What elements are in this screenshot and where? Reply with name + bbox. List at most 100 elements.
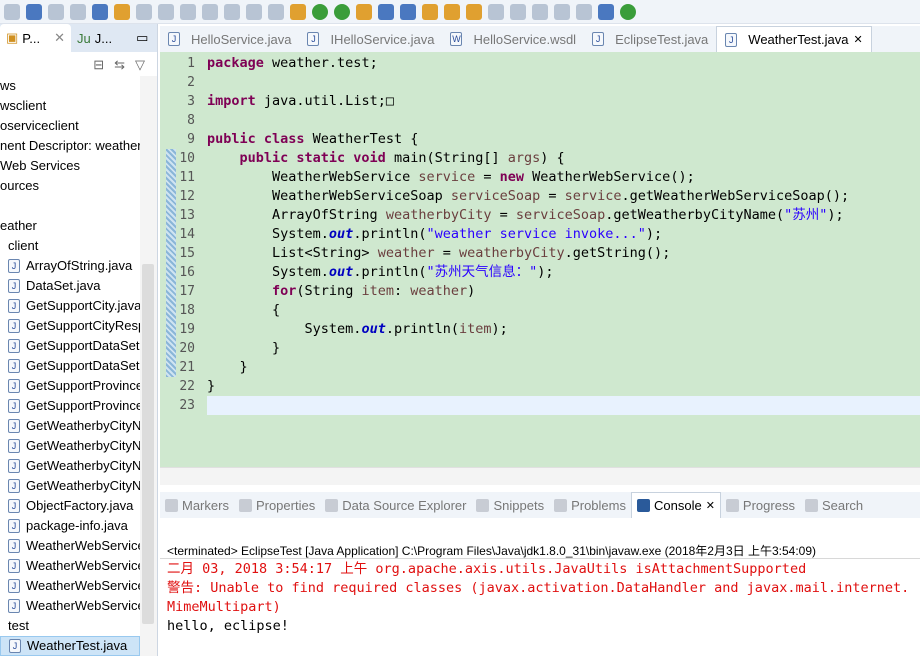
code-line[interactable]: } bbox=[207, 377, 215, 396]
code-line[interactable]: import java.util.List;□ bbox=[207, 92, 394, 111]
collapse-all-icon[interactable]: ⊟ bbox=[93, 57, 104, 73]
toolbar-button-icon[interactable] bbox=[48, 3, 64, 20]
tree-item[interactable]: J GetWeatherbyCityN bbox=[0, 436, 140, 456]
bottom-tab[interactable]: Properties bbox=[234, 492, 320, 518]
bottom-tab[interactable]: Progress bbox=[721, 492, 800, 518]
close-icon[interactable]: ✕ bbox=[854, 33, 863, 46]
toolbar-button-icon[interactable] bbox=[510, 3, 526, 20]
tree-item[interactable]: test bbox=[0, 616, 140, 636]
toolbar-button-icon[interactable] bbox=[334, 3, 350, 20]
tree-item[interactable]: nent Descriptor: weather bbox=[0, 136, 140, 156]
tree-item[interactable]: oserviceclient bbox=[0, 116, 140, 136]
toolbar-button-icon[interactable] bbox=[136, 3, 152, 20]
tree-item[interactable]: J GetSupportProvince bbox=[0, 376, 140, 396]
tree-item[interactable]: J WeatherWebService bbox=[0, 596, 140, 616]
tree-item[interactable]: ources bbox=[0, 176, 140, 196]
tree-item[interactable]: J GetWeatherbyCityN bbox=[0, 456, 140, 476]
tree-item[interactable]: J WeatherWebService bbox=[0, 556, 140, 576]
tree-item[interactable]: J GetWeatherbyCityN bbox=[0, 476, 140, 496]
code-line[interactable]: } bbox=[207, 358, 248, 377]
bottom-tab[interactable]: Snippets bbox=[471, 492, 549, 518]
minimize-icon[interactable]: ▭ bbox=[136, 30, 148, 46]
tree-item[interactable]: J WeatherTest.java bbox=[0, 636, 140, 656]
code-line[interactable]: for(String item: weather) bbox=[207, 282, 475, 301]
code-line[interactable]: System.out.println(item); bbox=[207, 320, 508, 339]
code-line[interactable]: { bbox=[207, 301, 280, 320]
code-line[interactable]: } bbox=[207, 339, 280, 358]
toolbar-button-icon[interactable] bbox=[114, 3, 130, 20]
code-line[interactable]: WeatherWebServiceSoap serviceSoap = serv… bbox=[207, 187, 849, 206]
toolbar-button-icon[interactable] bbox=[466, 3, 482, 20]
code-line[interactable] bbox=[207, 396, 920, 415]
toolbar-button-icon[interactable] bbox=[202, 3, 218, 20]
link-with-editor-icon[interactable]: ⇆ bbox=[114, 57, 125, 73]
toolbar-button-icon[interactable] bbox=[356, 3, 372, 20]
tree-scrollbar[interactable] bbox=[140, 76, 157, 656]
tree-item[interactable]: wsclient bbox=[0, 96, 140, 116]
toolbar-button-icon[interactable] bbox=[422, 3, 438, 20]
tree-item[interactable]: client bbox=[0, 236, 140, 256]
code-line[interactable]: package weather.test; bbox=[207, 54, 378, 73]
toolbar-button-icon[interactable] bbox=[92, 3, 108, 20]
tree-item[interactable]: ws bbox=[0, 76, 140, 96]
code-area[interactable]: package weather.test; import java.util.Li… bbox=[207, 52, 920, 467]
toolbar-button-icon[interactable] bbox=[400, 3, 416, 20]
toolbar-button-icon[interactable] bbox=[488, 3, 504, 20]
code-line[interactable]: ArrayOfString weatherbyCity = serviceSoa… bbox=[207, 206, 844, 225]
editor-tab[interactable]: J HelloService.java bbox=[160, 26, 299, 52]
toolbar-button-icon[interactable] bbox=[246, 3, 262, 20]
toolbar-button-icon[interactable] bbox=[576, 3, 592, 20]
toolbar-button-icon[interactable] bbox=[620, 3, 636, 20]
toolbar-button-icon[interactable] bbox=[554, 3, 570, 20]
left-tab[interactable]: Ju J... bbox=[71, 24, 118, 52]
toolbar-button-icon[interactable] bbox=[180, 3, 196, 20]
editor-tab[interactable]: J WeatherTest.java ✕ bbox=[716, 26, 872, 52]
tree-item[interactable]: J ArrayOfString.java bbox=[0, 256, 140, 276]
tree-item[interactable]: J WeatherWebService bbox=[0, 536, 140, 556]
bottom-tab[interactable]: Data Source Explorer bbox=[320, 492, 471, 518]
tree-item[interactable]: J GetWeatherbyCityN bbox=[0, 416, 140, 436]
editor-tab[interactable]: W HelloService.wsdl bbox=[442, 26, 584, 52]
left-tab[interactable]: ▣ P... ✕ bbox=[0, 24, 72, 52]
code-line[interactable]: public class WeatherTest { bbox=[207, 130, 418, 149]
tree-item[interactable]: Jpackage-info.java bbox=[0, 516, 140, 536]
code-line[interactable]: System.out.println("苏州天气信息："); bbox=[207, 263, 553, 282]
code-line[interactable]: public static void main(String[] args) { bbox=[207, 149, 565, 168]
code-line[interactable]: List<String> weather = weatherbyCity.get… bbox=[207, 244, 670, 263]
toolbar-button-icon[interactable] bbox=[444, 3, 460, 20]
toolbar-button-icon[interactable] bbox=[158, 3, 174, 20]
toolbar-button-icon[interactable] bbox=[378, 3, 394, 20]
toolbar-button-icon[interactable] bbox=[532, 3, 548, 20]
tree-item[interactable]: J WeatherWebService bbox=[0, 576, 140, 596]
editor-horizontal-scrollbar[interactable] bbox=[160, 467, 920, 485]
toolbar-button-icon[interactable] bbox=[224, 3, 240, 20]
toolbar-button-icon[interactable] bbox=[312, 3, 328, 20]
scrollbar-thumb[interactable] bbox=[142, 264, 154, 624]
code-line[interactable]: WeatherWebService service = new WeatherW… bbox=[207, 168, 695, 187]
tree-item[interactable]: Web Services bbox=[0, 156, 140, 176]
code-editor[interactable]: 1 2 3 8 9 10 11 12 13 14 15 16 17 18 19 20 21 22 23 packag… bbox=[160, 52, 920, 467]
tree-item[interactable]: J ObjectFactory.java bbox=[0, 496, 140, 516]
bottom-tab[interactable]: Problems bbox=[549, 492, 631, 518]
tree-item[interactable]: J GetSupportProvince bbox=[0, 396, 140, 416]
editor-tab[interactable]: J EclipseTest.java bbox=[584, 26, 716, 52]
bottom-tab[interactable]: Search bbox=[800, 492, 868, 518]
tree-item[interactable]: eather bbox=[0, 216, 140, 236]
tree-item[interactable]: J DataSet.java bbox=[0, 276, 140, 296]
tree-item[interactable]: J GetSupportDataSet bbox=[0, 336, 140, 356]
close-icon[interactable]: ✕ bbox=[54, 30, 65, 46]
bottom-tab[interactable]: Console ✕ bbox=[631, 492, 721, 518]
code-line[interactable]: System.out.println("weather service invo… bbox=[207, 225, 662, 244]
tree-item[interactable]: J GetSupportCityResponse bbox=[0, 316, 140, 336]
close-icon[interactable]: ✕ bbox=[706, 499, 715, 512]
tree-item[interactable]: J GetSupportDataSet bbox=[0, 356, 140, 376]
toolbar-button-icon[interactable] bbox=[70, 3, 86, 20]
toolbar-button-icon[interactable] bbox=[598, 3, 614, 20]
tree-item[interactable] bbox=[0, 196, 140, 216]
bottom-tab[interactable]: Markers bbox=[160, 492, 234, 518]
toolbar-button-icon[interactable] bbox=[4, 3, 20, 20]
view-menu-icon[interactable]: ▽ bbox=[135, 57, 145, 73]
toolbar-button-icon[interactable] bbox=[268, 3, 284, 20]
toolbar-button-icon[interactable] bbox=[26, 3, 42, 20]
tree-item[interactable]: J GetSupportCity.java bbox=[0, 296, 140, 316]
